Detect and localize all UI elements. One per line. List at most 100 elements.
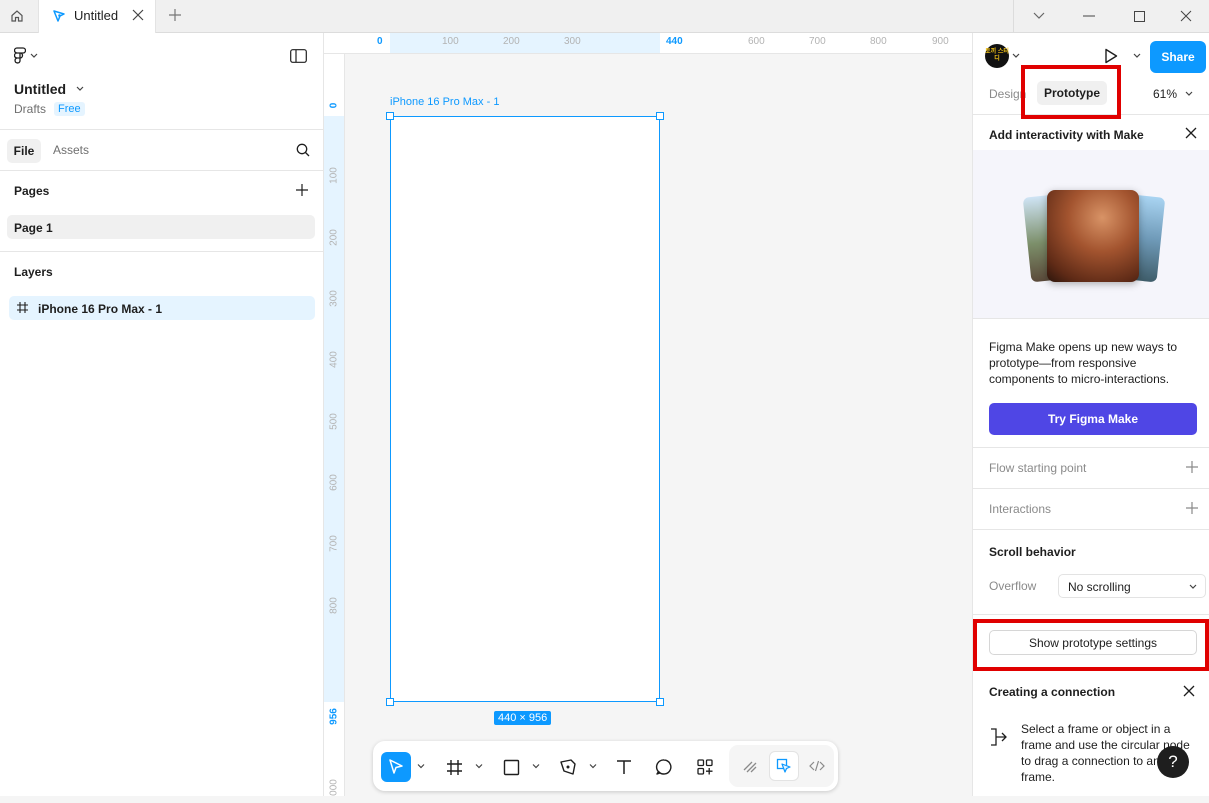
highlight-prototype-settings	[973, 619, 1209, 671]
move-tool[interactable]	[381, 752, 411, 782]
ruler-tick: 600	[748, 36, 765, 47]
close-icon	[1183, 685, 1195, 697]
resize-handle-bottom-right[interactable]	[656, 698, 664, 706]
frame-icon	[446, 759, 462, 775]
ruler-tick: 0	[377, 36, 383, 47]
figma-logo-icon	[14, 47, 26, 64]
plus-icon	[1186, 461, 1198, 473]
ruler-tick: 956	[328, 708, 340, 725]
pen-tool[interactable]	[553, 752, 583, 782]
window-close-button[interactable]	[1161, 0, 1209, 32]
ruler-tick: 100	[328, 167, 340, 184]
account-menu-button[interactable]: 토끼 스터디	[985, 44, 1020, 68]
drafts-link[interactable]: Drafts	[14, 102, 46, 116]
overflow-value: No scrolling	[1068, 580, 1131, 594]
resize-handle-top-left[interactable]	[386, 112, 394, 120]
ruler-tick: 700	[809, 36, 826, 47]
components-icon	[697, 759, 713, 775]
tab-file[interactable]: File	[7, 139, 41, 163]
pen-icon	[560, 759, 576, 775]
main-menu-button[interactable]	[14, 47, 38, 65]
chevron-down-icon[interactable]	[474, 761, 484, 771]
resize-handle-top-right[interactable]	[656, 112, 664, 120]
close-icon	[132, 9, 144, 21]
plan-badge[interactable]: Free	[54, 102, 85, 116]
close-connection-tip-button[interactable]	[1183, 685, 1195, 700]
maximize-icon	[1133, 10, 1145, 22]
ruler-tick: 400	[328, 351, 340, 368]
file-tab[interactable]: Untitled	[38, 0, 156, 33]
chevron-down-icon[interactable]	[531, 761, 541, 771]
iphone-frame[interactable]	[390, 116, 660, 702]
frame-tool[interactable]	[439, 752, 469, 782]
toggle-sidebar-button[interactable]	[290, 49, 307, 66]
page-name: Page 1	[14, 221, 53, 235]
tab-file-label: File	[13, 144, 35, 158]
promo-illustration	[973, 150, 1209, 318]
chevron-down-icon	[1189, 584, 1197, 589]
frame-size-badge: 440 × 956	[494, 711, 552, 725]
close-icon	[1185, 127, 1197, 139]
maximize-button[interactable]	[1114, 0, 1164, 32]
mode-switcher	[729, 745, 834, 787]
promo-text: Figma Make opens up new ways to prototyp…	[989, 340, 1178, 386]
ruler-tick: 600	[328, 474, 340, 491]
chevron-down-icon[interactable]	[588, 761, 598, 771]
layers-heading: Layers	[14, 265, 53, 279]
scroll-behavior-heading: Scroll behavior	[989, 545, 1076, 559]
resize-handle-bottom-left[interactable]	[386, 698, 394, 706]
promo-title: Add interactivity with Make	[989, 128, 1144, 142]
overflow-select[interactable]: No scrolling	[1058, 574, 1206, 598]
page-list-item[interactable]: Page 1	[7, 215, 315, 239]
plus-icon	[1186, 502, 1198, 514]
plus-icon	[169, 9, 181, 21]
search-button[interactable]	[296, 143, 310, 160]
ruler-tick: 900	[328, 658, 340, 675]
chevron-down-icon[interactable]	[1133, 53, 1141, 59]
frame-label[interactable]: iPhone 16 Pro Max - 1	[390, 96, 499, 108]
zoom-dropdown[interactable]: 61%	[1153, 87, 1193, 101]
close-promo-button[interactable]	[1185, 127, 1197, 142]
minimize-button[interactable]	[1064, 0, 1114, 32]
new-tab-button[interactable]	[166, 6, 184, 24]
canvas[interactable]: iPhone 16 Pro Max - 1 440 × 956	[345, 54, 972, 796]
add-page-button[interactable]	[296, 184, 308, 199]
ruler-tick: 300	[564, 36, 581, 47]
home-button[interactable]	[0, 0, 34, 32]
chevron-down-icon	[76, 86, 84, 91]
comment-tool[interactable]	[649, 752, 679, 782]
layer-name: iPhone 16 Pro Max - 1	[38, 302, 163, 316]
text-tool[interactable]	[609, 752, 639, 782]
shape-tool[interactable]	[496, 752, 526, 782]
file-name-button[interactable]: Untitled	[14, 81, 84, 97]
design-mode-icon	[776, 758, 791, 773]
chevron-down-icon	[1185, 91, 1193, 96]
chevron-down-icon[interactable]	[416, 761, 426, 771]
avatar: 토끼 스터디	[985, 44, 1009, 68]
tab-assets[interactable]: Assets	[53, 143, 89, 157]
ruler-tick: 900	[932, 36, 949, 47]
ruler-tick: 800	[328, 597, 340, 614]
tabs-dropdown-button[interactable]	[1014, 0, 1064, 32]
comment-icon	[655, 759, 672, 775]
home-icon	[11, 10, 23, 22]
actions-tool[interactable]	[690, 752, 720, 782]
layer-row[interactable]: iPhone 16 Pro Max - 1	[9, 296, 315, 320]
chevron-down-icon	[1012, 53, 1020, 58]
ruler-tick: 700	[328, 535, 340, 552]
help-button[interactable]: ?	[1157, 746, 1189, 778]
connection-icon	[991, 728, 1007, 746]
overflow-label: Overflow	[989, 579, 1037, 593]
share-button[interactable]: Share	[1150, 41, 1206, 73]
search-icon	[296, 143, 310, 157]
cursor-icon	[389, 759, 403, 774]
ruler-tick: 000	[328, 779, 340, 796]
dev-mode-button[interactable]	[803, 752, 831, 780]
add-interaction-button[interactable]	[1186, 502, 1198, 517]
draw-mode-button[interactable]	[736, 752, 764, 780]
pages-heading: Pages	[14, 184, 50, 198]
close-tab-button[interactable]	[129, 6, 147, 24]
try-figma-make-button[interactable]: Try Figma Make	[989, 403, 1197, 435]
design-mode-button[interactable]	[769, 751, 799, 781]
add-flow-button[interactable]	[1186, 461, 1198, 476]
